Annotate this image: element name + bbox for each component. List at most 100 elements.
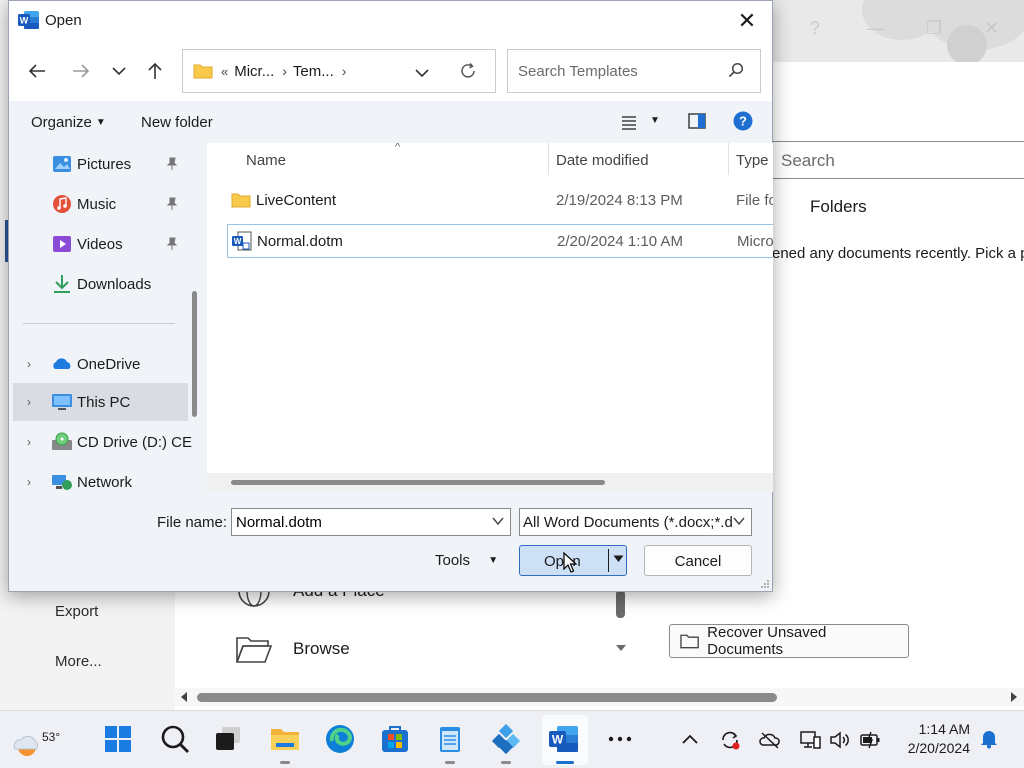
notification-bell-icon[interactable]: [978, 727, 1000, 749]
pin-icon[interactable]: [165, 237, 179, 251]
search-button[interactable]: [728, 62, 744, 82]
backstage-search-input[interactable]: Search: [772, 141, 1024, 179]
browse-item[interactable]: Browse: [235, 632, 350, 666]
edge-icon[interactable]: [324, 723, 356, 755]
address-segment-micr[interactable]: Micr...: [234, 63, 274, 80]
preview-pane-button[interactable]: [688, 113, 706, 133]
pictures-icon: [53, 156, 71, 172]
nav-item-downloads[interactable]: Downloads: [9, 265, 184, 303]
horizontal-scroll-thumb[interactable]: [197, 693, 777, 702]
clock[interactable]: 1:14 AM 2/20/2024: [888, 720, 970, 758]
word-app-icon: W: [18, 11, 39, 29]
app-cubes-icon[interactable]: [490, 723, 522, 755]
organize-button[interactable]: Organize ▼: [31, 114, 106, 131]
caret-down-icon[interactable]: [613, 555, 624, 563]
nav-export[interactable]: Export: [55, 603, 98, 620]
file-row-normal-dotm[interactable]: W Normal.dotm 2/20/2024 1:10 AM Micro: [227, 224, 773, 258]
file-name-label: File name:: [157, 514, 228, 531]
forward-button[interactable]: [67, 57, 95, 85]
file-row-livecontent[interactable]: LiveContent 2/19/2024 8:13 PM File fo: [227, 184, 773, 218]
dialog-close-button[interactable]: ✕: [732, 7, 762, 35]
nav-item-onedrive[interactable]: › OneDrive: [9, 345, 184, 383]
cancel-button[interactable]: Cancel: [644, 545, 752, 576]
scroll-down-icon[interactable]: [615, 644, 627, 652]
up-button[interactable]: [141, 57, 169, 85]
minimize-icon[interactable]: —: [867, 18, 885, 39]
chevron-down-icon[interactable]: [733, 515, 745, 527]
nav-item-cd-drive[interactable]: › CD Drive (D:) CE: [9, 423, 192, 461]
recover-label: Recover Unsaved Documents: [707, 624, 827, 658]
nav-item-music[interactable]: Music: [9, 185, 184, 223]
resize-grip-icon[interactable]: [760, 579, 770, 589]
chevron-right-icon[interactable]: ›: [282, 63, 287, 79]
chevron-right-icon[interactable]: ›: [27, 475, 31, 489]
column-separator[interactable]: [548, 143, 549, 175]
file-list: ^ Name Date modified Type LiveContent 2/…: [207, 143, 773, 492]
chevron-down-icon[interactable]: [492, 515, 504, 527]
pin-icon[interactable]: [165, 157, 179, 171]
refresh-icon: [461, 62, 475, 78]
file-type-select[interactable]: All Word Documents (*.docx;*.d: [519, 508, 752, 536]
new-folder-button[interactable]: New folder: [141, 114, 213, 131]
file-name-combobox[interactable]: [231, 508, 511, 536]
more-apps-icon[interactable]: [604, 723, 636, 755]
view-options-button[interactable]: [621, 114, 637, 134]
nav-item-pictures[interactable]: Pictures: [9, 145, 184, 183]
recent-locations-button[interactable]: [105, 57, 133, 85]
back-button[interactable]: [23, 57, 51, 85]
address-overflow[interactable]: «: [221, 64, 228, 79]
column-header-date[interactable]: Date modified: [556, 143, 649, 177]
arrow-up-icon: [148, 62, 162, 79]
pin-icon[interactable]: [165, 197, 179, 211]
close-icon[interactable]: ✕: [984, 18, 999, 39]
weather-temp: 53°: [42, 730, 61, 744]
tab-folders[interactable]: Folders: [810, 197, 867, 217]
chevron-up-icon[interactable]: [679, 729, 701, 751]
column-header-name[interactable]: Name: [246, 143, 286, 177]
recover-unsaved-button[interactable]: Recover Unsaved Documents: [669, 624, 909, 658]
notepad-icon[interactable]: [434, 723, 466, 755]
word-icon[interactable]: W: [548, 723, 580, 755]
battery-charging-icon[interactable]: [859, 729, 881, 751]
address-bar[interactable]: « Micr... › Tem... ›: [182, 49, 496, 93]
search-templates-input[interactable]: [508, 50, 708, 92]
column-header-type[interactable]: Type: [736, 143, 769, 177]
help-icon[interactable]: ?: [810, 18, 820, 39]
refresh-button[interactable]: [459, 62, 477, 84]
nav-item-videos[interactable]: Videos: [9, 225, 184, 263]
weather-widget[interactable]: 53°: [12, 721, 60, 761]
scroll-left-icon[interactable]: [180, 691, 188, 703]
network-ethernet-icon[interactable]: [799, 729, 821, 751]
word-template-icon: W: [232, 231, 252, 251]
restore-icon[interactable]: ❐: [926, 18, 942, 39]
backstage-horizontal-scrollbar[interactable]: [175, 688, 1024, 706]
windows-start-icon[interactable]: [102, 723, 134, 755]
task-view-icon[interactable]: [213, 723, 245, 755]
file-list-horizontal-scrollbar[interactable]: [207, 473, 773, 492]
horizontal-scroll-thumb[interactable]: [231, 480, 605, 485]
chevron-right-icon[interactable]: ›: [27, 395, 31, 409]
chevron-right-icon[interactable]: ›: [27, 357, 31, 371]
address-segment-tem[interactable]: Tem...: [293, 63, 334, 80]
file-name-input[interactable]: [232, 509, 480, 535]
help-button[interactable]: ?: [733, 111, 753, 135]
microsoft-store-icon[interactable]: [379, 723, 411, 755]
nav-item-network[interactable]: › Network: [9, 463, 184, 492]
address-dropdown-button[interactable]: [415, 65, 429, 82]
scroll-right-icon[interactable]: [1010, 691, 1018, 703]
sync-icon[interactable]: [719, 729, 741, 751]
file-explorer-icon[interactable]: [269, 723, 301, 755]
column-separator[interactable]: [728, 143, 729, 175]
chevron-right-icon[interactable]: ›: [342, 63, 347, 79]
tools-button[interactable]: Tools ▼: [435, 552, 498, 569]
nav-item-this-pc[interactable]: › This PC: [13, 383, 188, 421]
caret-down-icon[interactable]: ▼: [650, 115, 660, 126]
search-icon[interactable]: [159, 723, 191, 755]
nav-more[interactable]: More...: [55, 653, 102, 670]
nav-pane-scrollbar[interactable]: [192, 291, 197, 417]
chevron-right-icon[interactable]: ›: [27, 435, 31, 449]
volume-icon[interactable]: [829, 729, 851, 751]
backstage-vertical-scrollbar[interactable]: [612, 590, 630, 658]
search-templates-box[interactable]: [507, 49, 761, 93]
onedrive-offline-icon[interactable]: [759, 729, 781, 751]
